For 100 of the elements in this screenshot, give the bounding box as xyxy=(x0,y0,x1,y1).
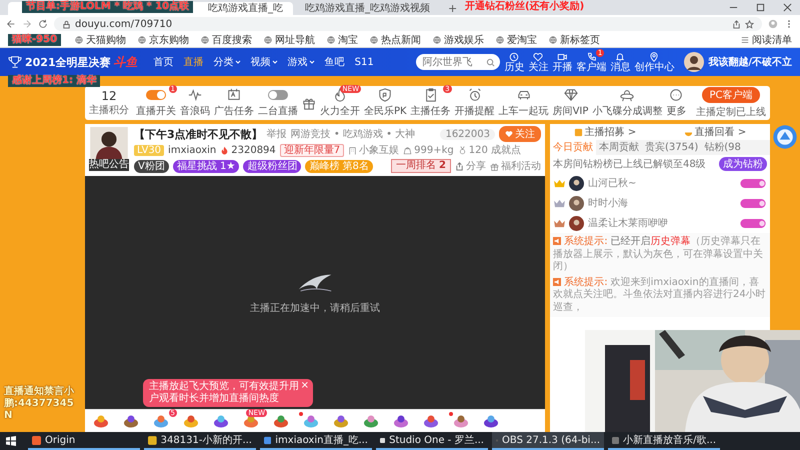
avatar-tab[interactable]: 热吧 xyxy=(89,159,109,171)
nav-action[interactable]: 关注 xyxy=(528,52,548,72)
toolbar-button[interactable]: 开播提醒 xyxy=(454,88,496,118)
bookmark-link[interactable]: 淘宝 xyxy=(327,33,358,47)
gift-item-icon[interactable] xyxy=(123,414,139,428)
toolbar-button[interactable]: 房间VIP xyxy=(552,88,590,118)
nav-link[interactable]: 直播 xyxy=(184,55,204,69)
panel-link[interactable]: 主播招募 > xyxy=(574,125,636,139)
avatar-icon[interactable] xyxy=(569,176,584,190)
reading-list-link[interactable]: 阅读清单 xyxy=(741,33,792,47)
gift-item-icon[interactable] xyxy=(363,414,379,428)
avatar-icon[interactable] xyxy=(569,196,584,210)
globe-icon xyxy=(433,36,441,44)
star-icon[interactable] xyxy=(745,20,754,28)
fan-tag[interactable]: 福星挑战 1★ xyxy=(172,160,240,172)
chat-message: 系统提示: 欢迎来到imxiaoxin的直播间，喜欢就点关注吧。斗鱼依法对直播内容进行24小时巡查， xyxy=(553,276,767,314)
taskbar-app[interactable]: imxiaoxin直播_吃... xyxy=(260,432,372,450)
nav-link[interactable]: S11 xyxy=(354,56,374,68)
alarm-clock-icon xyxy=(468,88,482,102)
toolbar-button[interactable]: 小飞碟分成调整 xyxy=(591,88,664,118)
report-link[interactable]: 举报 xyxy=(266,127,287,141)
toolbar-button[interactable]: 广告任务 xyxy=(213,88,255,118)
nav-link[interactable]: 视频 xyxy=(250,55,278,69)
browser-tab[interactable]: 吃鸡游戏直播_吃鸡游戏视频 xyxy=(295,2,440,15)
bookmark-link[interactable]: 天猫购物 xyxy=(75,33,126,47)
gift-item-icon[interactable] xyxy=(183,414,199,428)
weight-icon xyxy=(403,146,412,154)
taskbar-app[interactable]: 348131-小新的开... xyxy=(144,432,256,450)
gift-item-icon[interactable] xyxy=(483,414,499,428)
avatar-icon[interactable] xyxy=(569,216,584,230)
toolbar-button[interactable] xyxy=(301,96,317,110)
search-field[interactable]: 阿尔世界飞 xyxy=(416,54,500,70)
bookmark-link[interactable]: 百度搜索 xyxy=(201,33,252,47)
nav-link[interactable]: 分类 xyxy=(214,55,241,69)
benefit-link[interactable]: 福利活动 xyxy=(501,159,541,173)
share-link[interactable]: 分享 xyxy=(466,159,486,173)
search-icon[interactable] xyxy=(486,58,496,67)
close-icon[interactable] xyxy=(783,3,792,12)
nav-action[interactable]: 历史 xyxy=(504,52,524,72)
username[interactable]: 我该翻越/不破不立 xyxy=(708,55,792,69)
maximize-icon[interactable] xyxy=(756,3,765,12)
gift-item-icon[interactable] xyxy=(453,414,469,428)
bookmark-link[interactable]: 爱淘宝 xyxy=(496,33,537,47)
gift-item-icon[interactable] xyxy=(303,414,319,428)
globe-icon xyxy=(138,36,146,44)
gift-item-icon[interactable] xyxy=(393,414,409,428)
new-tab-button[interactable]: + xyxy=(442,2,464,15)
panel-tab[interactable]: 贵宾(3754) xyxy=(642,140,702,155)
nav-link[interactable]: 首页 xyxy=(154,55,174,69)
bookmark-link[interactable]: 新标签页 xyxy=(549,33,600,47)
taskbar-app[interactable]: OBS 27.1.3 (64-bi... xyxy=(492,432,604,450)
reload-icon[interactable] xyxy=(38,19,48,29)
gift-item-icon[interactable] xyxy=(423,414,439,428)
video-player[interactable]: 主播正在加速中，请稍后重试 主播放起飞大预览，可有效提升用户观看时长并增加直播间热度 × xyxy=(85,176,545,409)
bookmark-link[interactable]: 京东购物 xyxy=(138,33,189,47)
viewer-name[interactable]: 山河已秋~ xyxy=(588,176,636,190)
panel-tab[interactable]: 本周贡献 xyxy=(596,140,642,155)
nav-action[interactable]: 创作中心 xyxy=(634,52,674,72)
bookmark-link[interactable]: 热点新闻 xyxy=(370,33,421,47)
windows-logo-icon[interactable] xyxy=(6,436,16,446)
back-icon[interactable] xyxy=(6,19,16,29)
bookmark-link[interactable]: 网址导航 xyxy=(264,33,315,47)
badge-icon xyxy=(740,198,766,208)
panel-tab[interactable]: 钻粉(98 xyxy=(701,140,744,155)
share-icon[interactable] xyxy=(732,20,741,28)
nav-action[interactable]: 开播 xyxy=(552,52,572,72)
nav-link[interactable]: 鱼吧 xyxy=(324,55,345,69)
event-logo-text[interactable]: 2021全明星决赛 xyxy=(25,54,111,70)
taskbar-app[interactable]: Studio One - 罗兰... xyxy=(376,432,488,450)
nav-link[interactable]: 游戏 xyxy=(288,55,315,69)
toolbar-button[interactable]: 更多 xyxy=(665,88,688,118)
taskbar-app[interactable]: Origin xyxy=(28,432,140,450)
join-button[interactable]: 成为钻粉 xyxy=(719,157,767,171)
trophy-icon xyxy=(8,55,22,69)
globe-icon xyxy=(327,36,335,44)
viewer-name[interactable]: 温柔让木莱雨咿咿 xyxy=(588,216,668,230)
viewer-name[interactable]: 时时小海 xyxy=(588,196,628,210)
event-badge[interactable]: 迎新年限量7 xyxy=(280,144,344,156)
app-icon xyxy=(148,436,157,444)
handset-icon xyxy=(586,52,596,62)
rank-banner[interactable]: 一周排名 2 xyxy=(390,159,451,173)
toolbar-button[interactable]: 上车一起玩 xyxy=(498,88,550,118)
gift-item-icon[interactable] xyxy=(213,414,229,428)
toolbar-button[interactable]: 全民乐PK xyxy=(363,88,408,118)
avatar-tab[interactable]: 公告 xyxy=(109,159,129,171)
toolbar-button[interactable]: 音浪码 xyxy=(179,88,211,118)
nav-action[interactable]: 消息 xyxy=(610,52,630,72)
gift-item-icon[interactable] xyxy=(93,414,109,428)
gift-item-icon[interactable] xyxy=(333,414,349,428)
avatar-icon[interactable] xyxy=(684,52,704,72)
gift-item-icon[interactable] xyxy=(273,414,289,428)
fan-tag[interactable]: 超级粉丝团 xyxy=(243,160,302,172)
gift-item-icon[interactable] xyxy=(153,414,169,428)
panel-link[interactable]: 直播回看 > xyxy=(684,125,746,139)
bookmark-link[interactable]: 游戏娱乐 xyxy=(433,33,484,47)
toolbar-button[interactable]: 二台直播 xyxy=(257,88,299,118)
fan-tag[interactable]: V粉团 xyxy=(134,160,169,172)
address-field[interactable]: douyu.com/709710 xyxy=(54,17,762,31)
chat-message: 系统提示: 已经开启历史弹幕（历史弹幕只在播放器上展示，默认为灰色，可在弹幕设置中关闭） xyxy=(553,236,764,274)
follower-count: 1622003 xyxy=(440,128,495,140)
